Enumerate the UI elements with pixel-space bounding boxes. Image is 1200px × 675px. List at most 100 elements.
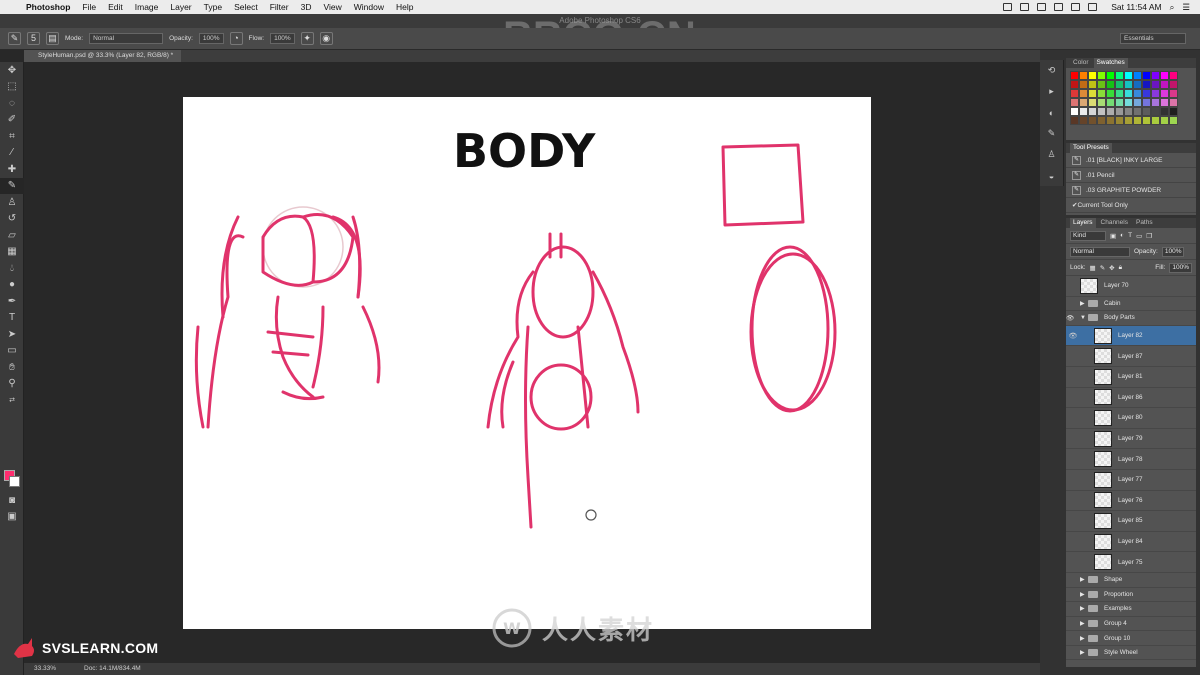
swatch[interactable] bbox=[1133, 89, 1142, 98]
eyedropper-tool-icon[interactable]: ⁄ bbox=[0, 145, 24, 162]
expand-triangle-icon[interactable]: ▶ bbox=[1080, 591, 1088, 598]
swatch[interactable] bbox=[1133, 80, 1142, 89]
quick-mask-icon[interactable]: ◙ bbox=[0, 492, 24, 509]
swatch[interactable] bbox=[1115, 80, 1124, 89]
swatch[interactable] bbox=[1160, 80, 1169, 89]
layer-row[interactable]: Layer 85 bbox=[1066, 511, 1196, 532]
swatch[interactable] bbox=[1124, 71, 1133, 80]
swatch[interactable] bbox=[1070, 80, 1079, 89]
group-row[interactable]: ▶ Group 4 bbox=[1066, 617, 1196, 632]
lock-brush-icon[interactable]: ✎ bbox=[1100, 264, 1105, 272]
layer-row[interactable]: Layer 87 bbox=[1066, 346, 1196, 367]
swatch[interactable] bbox=[1088, 80, 1097, 89]
brush-panel-toggle-icon[interactable]: ▤ bbox=[46, 32, 59, 45]
menu-help[interactable]: Help bbox=[390, 2, 419, 12]
swatch[interactable] bbox=[1079, 116, 1088, 125]
swatch[interactable] bbox=[1115, 71, 1124, 80]
battery-icon[interactable] bbox=[1088, 3, 1098, 11]
swatch[interactable] bbox=[1097, 107, 1106, 116]
swatch[interactable] bbox=[1106, 98, 1115, 107]
fill-field[interactable]: 100% bbox=[1169, 262, 1192, 273]
swatch[interactable] bbox=[1151, 89, 1160, 98]
dodge-tool-icon[interactable]: ● bbox=[0, 277, 24, 294]
expand-triangle-icon[interactable]: ▶ bbox=[1080, 635, 1088, 642]
swatch[interactable] bbox=[1088, 107, 1097, 116]
current-tool-only-checkbox[interactable]: ✔ Current Tool Only bbox=[1066, 198, 1196, 213]
lock-all-icon[interactable]: 🔒︎ bbox=[1119, 264, 1122, 272]
swatch[interactable] bbox=[1124, 107, 1133, 116]
swatch[interactable] bbox=[1088, 71, 1097, 80]
airbrush-icon[interactable]: ✦ bbox=[300, 32, 314, 45]
lasso-tool-icon[interactable]: ◌ bbox=[0, 95, 24, 112]
swatch[interactable] bbox=[1124, 116, 1133, 125]
swatch[interactable] bbox=[1106, 89, 1115, 98]
pressure-opacity-icon[interactable]: ◔ bbox=[229, 32, 243, 45]
swatch[interactable] bbox=[1097, 71, 1106, 80]
actions-panel-icon[interactable]: ▸ bbox=[1040, 81, 1063, 102]
swatch[interactable] bbox=[1151, 80, 1160, 89]
brush-preset-picker[interactable]: 5 bbox=[27, 32, 40, 45]
layer-row[interactable]: Layer 77 bbox=[1066, 470, 1196, 491]
swatch[interactable] bbox=[1169, 71, 1178, 80]
layer-row[interactable]: Layer 80 bbox=[1066, 408, 1196, 429]
layer-row[interactable]: Layer 78 bbox=[1066, 449, 1196, 470]
swatch[interactable] bbox=[1169, 89, 1178, 98]
background-color-swatch[interactable] bbox=[9, 476, 20, 487]
swatch[interactable] bbox=[1124, 89, 1133, 98]
menu-window[interactable]: Window bbox=[348, 2, 390, 12]
layer-opacity-field[interactable]: 100% bbox=[1161, 246, 1185, 257]
list-icon[interactable]: ☰ bbox=[1182, 2, 1190, 13]
swatch[interactable] bbox=[1133, 71, 1142, 80]
tab-swatches[interactable]: Swatches bbox=[1093, 58, 1128, 68]
swatch[interactable] bbox=[1160, 98, 1169, 107]
swatch[interactable] bbox=[1070, 98, 1079, 107]
brush-panel-icon[interactable]: ✎ bbox=[1040, 123, 1063, 144]
swatch[interactable] bbox=[1133, 116, 1142, 125]
layer-row[interactable]: Layer 76 bbox=[1066, 491, 1196, 512]
swatch[interactable] bbox=[1151, 116, 1160, 125]
history-panel-icon[interactable]: ⟲ bbox=[1040, 60, 1063, 81]
move-tool-icon[interactable]: ✥ bbox=[0, 62, 24, 79]
swatch[interactable] bbox=[1088, 116, 1097, 125]
opacity-field[interactable]: 100% bbox=[198, 33, 224, 44]
layer-row[interactable]: Layer 84 bbox=[1066, 532, 1196, 553]
swatch[interactable] bbox=[1115, 98, 1124, 107]
healing-tool-icon[interactable]: ✚ bbox=[0, 161, 24, 178]
swatch[interactable] bbox=[1088, 89, 1097, 98]
expand-triangle-icon[interactable]: ▶ bbox=[1080, 649, 1088, 656]
swatch[interactable] bbox=[1160, 107, 1169, 116]
eraser-tool-icon[interactable]: ▱ bbox=[0, 227, 24, 244]
layer-row[interactable]: Layer 70 bbox=[1066, 276, 1196, 297]
tab-layers[interactable]: Layers bbox=[1070, 218, 1096, 228]
swatch[interactable] bbox=[1142, 107, 1151, 116]
mode-select[interactable]: Normal bbox=[89, 33, 164, 44]
group-row[interactable]: ▶ Cabin bbox=[1066, 297, 1196, 312]
collapse-triangle-icon[interactable]: ▼ bbox=[1080, 315, 1088, 321]
swatch[interactable] bbox=[1124, 80, 1133, 89]
filter-type-icon[interactable]: T bbox=[1128, 232, 1132, 239]
expand-triangle-icon[interactable]: ▶ bbox=[1080, 576, 1088, 583]
expand-triangle-icon[interactable]: ▶ bbox=[1080, 300, 1088, 307]
preset-item[interactable]: ✎ .03 GRAPHITE POWDER bbox=[1066, 183, 1196, 198]
crop-tool-icon[interactable]: ⌗ bbox=[0, 128, 24, 145]
swatch[interactable] bbox=[1142, 80, 1151, 89]
menu-filter[interactable]: Filter bbox=[264, 2, 295, 12]
wifi-icon[interactable] bbox=[1071, 3, 1081, 11]
filter-adjust-icon[interactable]: ◐ bbox=[1120, 232, 1124, 239]
tab-paths[interactable]: Paths bbox=[1133, 218, 1156, 228]
flow-field[interactable]: 100% bbox=[270, 33, 295, 44]
pen-tool-icon[interactable]: ✒ bbox=[0, 293, 24, 310]
menu-edit[interactable]: Edit bbox=[102, 2, 129, 12]
swatch[interactable] bbox=[1142, 116, 1151, 125]
menu-view[interactable]: View bbox=[317, 2, 347, 12]
tray-icon[interactable] bbox=[1003, 3, 1013, 11]
expand-triangle-icon[interactable]: ▶ bbox=[1080, 620, 1088, 627]
zoom-tool-icon[interactable]: ⚲ bbox=[0, 376, 24, 393]
tray-icon[interactable] bbox=[1020, 3, 1030, 11]
adjustments-panel-icon[interactable]: ◐ bbox=[1040, 102, 1063, 123]
swatch[interactable] bbox=[1169, 80, 1178, 89]
preset-item[interactable]: ✎ .01 [BLACK] INKY LARGE bbox=[1066, 153, 1196, 168]
rectangle-tool-icon[interactable]: ▭ bbox=[0, 343, 24, 360]
swatch[interactable] bbox=[1115, 116, 1124, 125]
tray-icon[interactable] bbox=[1054, 3, 1064, 11]
